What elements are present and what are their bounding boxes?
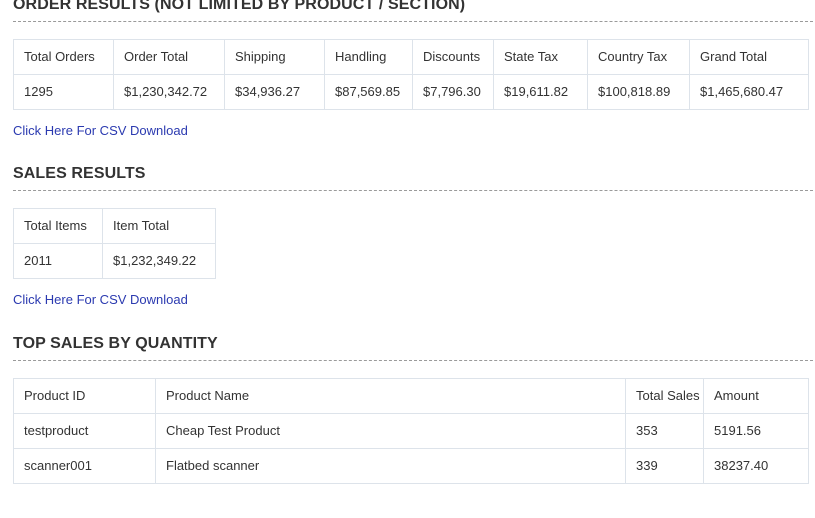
cell-state-tax: $19,611.82 [494,75,588,110]
sales-results-csv-download-link[interactable]: Click Here For CSV Download [13,292,188,307]
cell-order-total: $1,230,342.72 [114,75,225,110]
column-header-total-items: Total Items [14,209,103,244]
column-header-amount: Amount [704,379,809,414]
cell-amount: 5191.56 [704,414,809,449]
order-results-table: Total Orders Order Total Shipping Handli… [13,39,809,110]
column-header-grand-total: Grand Total [690,40,809,75]
sales-results-heading: SALES RESULTS [13,165,815,183]
table-header-row: Total Orders Order Total Shipping Handli… [14,40,809,75]
cell-handling: $87,569.85 [325,75,413,110]
column-header-handling: Handling [325,40,413,75]
top-sales-by-quantity-table: Product ID Product Name Total Sales Amou… [13,378,809,484]
cell-total-items: 2011 [14,244,103,279]
cell-shipping: $34,936.27 [225,75,325,110]
table-header-row: Total Items Item Total [14,209,216,244]
cell-total-sales: 339 [626,449,704,484]
table-row: scanner001 Flatbed scanner 339 38237.40 [14,449,809,484]
cell-total-sales: 353 [626,414,704,449]
top-sales-by-quantity-section: TOP SALES BY QUANTITY Product ID Product… [13,335,815,484]
table-header-row: Product ID Product Name Total Sales Amou… [14,379,809,414]
top-sales-by-quantity-heading: TOP SALES BY QUANTITY [13,335,815,353]
sales-results-section: SALES RESULTS Total Items Item Total 201… [13,165,815,307]
column-header-product-id: Product ID [14,379,156,414]
cell-product-id: testproduct [14,414,156,449]
cell-item-total: $1,232,349.22 [103,244,216,279]
cell-product-id: scanner001 [14,449,156,484]
cell-country-tax: $100,818.89 [588,75,690,110]
table-row: testproduct Cheap Test Product 353 5191.… [14,414,809,449]
table-row: 2011 $1,232,349.22 [14,244,216,279]
order-results-heading: ORDER RESULTS (NOT LIMITED BY PRODUCT / … [13,0,815,14]
cell-total-orders: 1295 [14,75,114,110]
column-header-item-total: Item Total [103,209,216,244]
order-results-csv-download-link[interactable]: Click Here For CSV Download [13,123,188,138]
sales-results-divider [13,190,813,191]
column-header-product-name: Product Name [156,379,626,414]
top-sales-by-quantity-divider [13,360,813,361]
column-header-country-tax: Country Tax [588,40,690,75]
table-row: 1295 $1,230,342.72 $34,936.27 $87,569.85… [14,75,809,110]
cell-product-name: Flatbed scanner [156,449,626,484]
column-header-order-total: Order Total [114,40,225,75]
cell-grand-total: $1,465,680.47 [690,75,809,110]
cell-product-name: Cheap Test Product [156,414,626,449]
cell-discounts: $7,796.30 [413,75,494,110]
column-header-discounts: Discounts [413,40,494,75]
column-header-state-tax: State Tax [494,40,588,75]
column-header-total-orders: Total Orders [14,40,114,75]
sales-results-table: Total Items Item Total 2011 $1,232,349.2… [13,208,216,279]
report-page: ORDER RESULTS (NOT LIMITED BY PRODUCT / … [0,0,815,484]
order-results-section: ORDER RESULTS (NOT LIMITED BY PRODUCT / … [13,0,815,138]
column-header-shipping: Shipping [225,40,325,75]
cell-amount: 38237.40 [704,449,809,484]
column-header-total-sales: Total Sales [626,379,704,414]
order-results-divider [13,21,813,22]
